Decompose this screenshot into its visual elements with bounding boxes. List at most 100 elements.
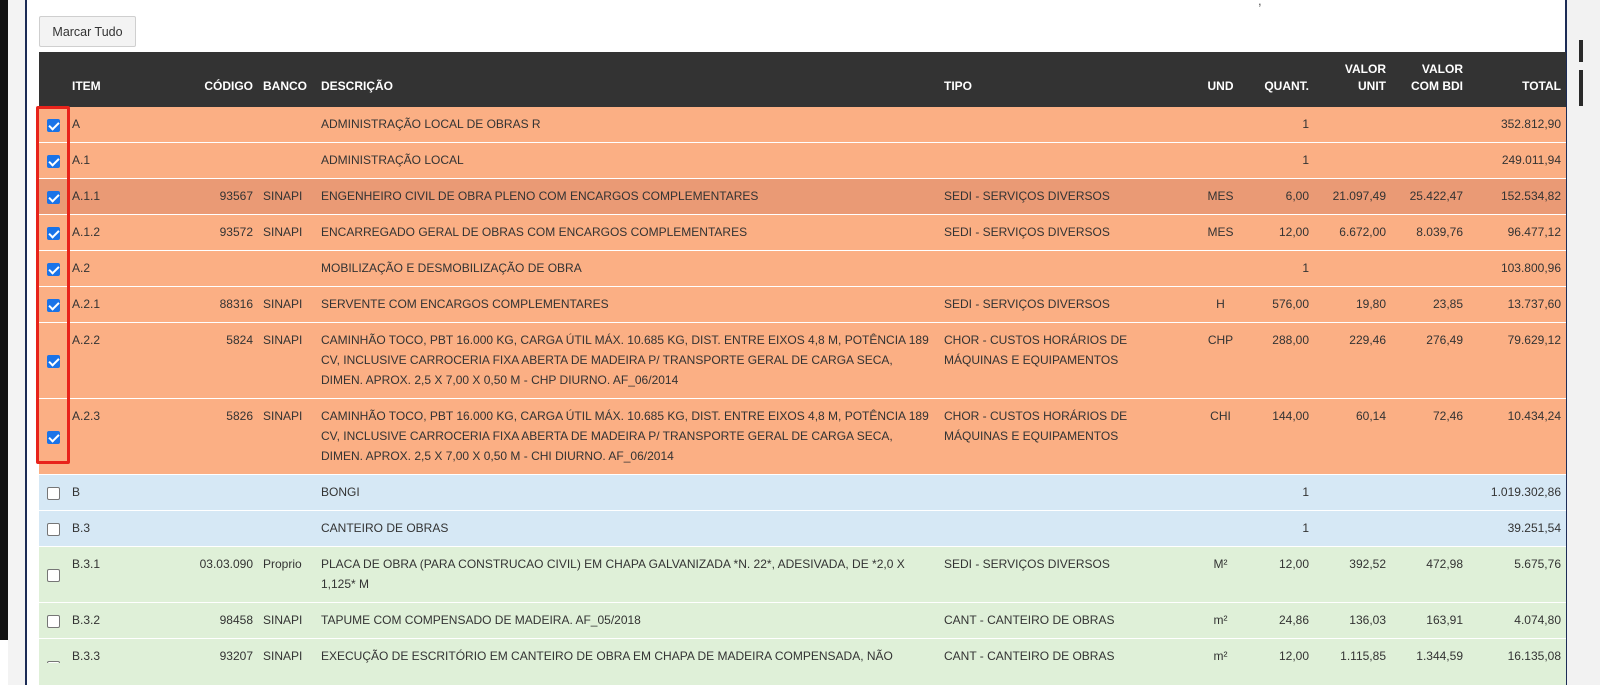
cell-quant: 6,00: [1247, 178, 1314, 215]
table-row[interactable]: B BONGI 1 1.019.302,86: [39, 474, 1566, 511]
row-checkbox[interactable]: [46, 486, 60, 500]
cell-tipo: [939, 107, 1194, 143]
cell-total: 352.812,90: [1468, 107, 1566, 143]
table-row[interactable]: A.2.3 5826 SINAPI CAMINHÃO TOCO, PBT 16.000…: [39, 398, 1566, 475]
row-select-cell: [39, 398, 67, 475]
cell-total: 39.251,54: [1468, 510, 1566, 547]
cell-valor-unit: [1314, 474, 1391, 511]
cell-descricao: CAMINHÃO TOCO, PBT 16.000 KG, CARGA ÚTIL…: [316, 398, 939, 475]
row-select-cell: [39, 142, 67, 179]
table-row[interactable]: B.3.2 98458 SINAPI TAPUME COM COMPENSADO DE…: [39, 602, 1566, 639]
cell-codigo: 5826: [163, 398, 258, 475]
cell-descricao: CAMINHÃO TOCO, PBT 16.000 KG, CARGA ÚTIL…: [316, 322, 939, 399]
cell-quant: 576,00: [1247, 286, 1314, 323]
cell-valor-bdi: 23,85: [1391, 286, 1468, 323]
cell-tipo: SEDI - SERVIÇOS DIVERSOS: [939, 178, 1194, 215]
row-checkbox-checked[interactable]: [46, 262, 60, 276]
header-select: [39, 52, 67, 107]
table-row[interactable]: B.3.1 03.03.090 Proprio PLACA DE OBRA (PARA…: [39, 546, 1566, 603]
left-gutter: [8, 0, 25, 685]
cell-valor-unit: 136,03: [1314, 602, 1391, 639]
cell-codigo: 93567: [163, 178, 258, 215]
cell-total: 1.019.302,86: [1468, 474, 1566, 511]
table-row[interactable]: A.2.1 88316 SINAPI SERVENTE COM ENCARGOS CO…: [39, 286, 1566, 323]
row-checkbox-checked[interactable]: [46, 430, 60, 444]
header-valor-bdi-line1: VALOR: [1421, 62, 1463, 76]
left-dark-edge: [0, 0, 8, 640]
header-banco: BANCO: [258, 52, 316, 107]
cell-tipo: CHOR - CUSTOS HORÁRIOS DE MÁQUINAS E EQU…: [939, 398, 1194, 475]
cell-descricao: SERVENTE COM ENCARGOS COMPLEMENTARES: [316, 286, 939, 323]
cell-valor-unit: 19,80: [1314, 286, 1391, 323]
header-valor-bdi: VALOR COM BDI: [1391, 52, 1468, 107]
cell-total: 10.434,24: [1468, 398, 1566, 475]
cell-descricao: ENGENHEIRO CIVIL DE OBRA PLENO COM ENCAR…: [316, 178, 939, 215]
row-checkbox-checked[interactable]: [46, 226, 60, 240]
table-row[interactable]: A.2.2 5824 SINAPI CAMINHÃO TOCO, PBT 16.000…: [39, 322, 1566, 399]
cell-quant: 1: [1247, 250, 1314, 287]
table-row[interactable]: B.3 CANTEIRO DE OBRAS 1 39.251,54: [39, 510, 1566, 547]
cell-quant: 1: [1247, 474, 1314, 511]
row-checkbox[interactable]: [46, 568, 60, 582]
cell-und: CHP: [1194, 322, 1247, 399]
row-select-cell: [39, 178, 67, 215]
row-checkbox[interactable]: [46, 614, 60, 628]
row-checkbox-checked[interactable]: [46, 298, 60, 312]
cell-item: A.2.3: [67, 398, 163, 475]
cell-codigo: 98458: [163, 602, 258, 639]
scrollbar-thumb[interactable]: [1579, 40, 1583, 62]
row-checkbox-checked[interactable]: [46, 118, 60, 132]
cell-tipo: SEDI - SERVIÇOS DIVERSOS: [939, 546, 1194, 603]
cell-total: 79.629,12: [1468, 322, 1566, 399]
row-checkbox-checked[interactable]: [46, 354, 60, 368]
table-row[interactable]: A.2 MOBILIZAÇÃO E DESMOBILIZAÇÃO DE OBRA 1…: [39, 250, 1566, 287]
cell-item: A.1: [67, 142, 163, 179]
cell-valor-unit: [1314, 510, 1391, 547]
table-row[interactable]: A.1.2 93572 SINAPI ENCARREGADO GERAL DE OBR…: [39, 214, 1566, 251]
row-select-cell: [39, 546, 67, 603]
header-und: UND: [1194, 52, 1247, 107]
right-scroll-area[interactable]: [1567, 0, 1600, 685]
cell-banco: [258, 250, 316, 287]
cell-item: A.2.2: [67, 322, 163, 399]
cell-descricao: MOBILIZAÇÃO E DESMOBILIZAÇÃO DE OBRA: [316, 250, 939, 287]
row-select-cell: [39, 510, 67, 547]
row-checkbox[interactable]: [46, 522, 60, 536]
cell-total: 249.011,94: [1468, 142, 1566, 179]
cell-quant: 1: [1247, 142, 1314, 179]
row-select-cell: [39, 474, 67, 511]
header-codigo: CÓDIGO: [163, 52, 258, 107]
cell-tipo: [939, 250, 1194, 287]
cell-item: B.3.1: [67, 546, 163, 603]
row-select-cell: [39, 107, 67, 143]
cell-quant: 12,00: [1247, 214, 1314, 251]
cell-valor-unit: 60,14: [1314, 398, 1391, 475]
cell-quant: 24,86: [1247, 602, 1314, 639]
table-row[interactable]: A ADMINISTRAÇÃO LOCAL DE OBRAS R 1 352.812,…: [39, 107, 1566, 143]
cell-banco: [258, 107, 316, 143]
row-select-cell: [39, 250, 67, 287]
cell-tipo: [939, 142, 1194, 179]
cell-und: [1194, 142, 1247, 179]
mark-all-button[interactable]: Marcar Tudo: [39, 16, 136, 47]
cell-item: A.2: [67, 250, 163, 287]
frame-border-left: [25, 0, 27, 685]
header-tipo: TIPO: [939, 52, 1194, 107]
cell-und: [1194, 510, 1247, 547]
cell-valor-bdi: [1391, 474, 1468, 511]
budget-table: ITEM CÓDIGO BANCO DESCRIÇÃO TIPO UND QUA…: [39, 52, 1566, 685]
table-row[interactable]: A.1.1 93567 SINAPI ENGENHEIRO CIVIL DE OBRA…: [39, 178, 1566, 215]
header-valor-unit: VALOR UNIT: [1314, 52, 1391, 107]
cell-item: A.1.1: [67, 178, 163, 215]
cell-total: 13.737,60: [1468, 286, 1566, 323]
cell-valor-unit: 229,46: [1314, 322, 1391, 399]
row-checkbox-checked[interactable]: [46, 154, 60, 168]
cell-descricao: ENCARREGADO GERAL DE OBRAS COM ENCARGOS …: [316, 214, 939, 251]
cell-descricao: ADMINISTRAÇÃO LOCAL: [316, 142, 939, 179]
cell-und: MES: [1194, 178, 1247, 215]
table-row[interactable]: A.1 ADMINISTRAÇÃO LOCAL 1 249.011,94: [39, 142, 1566, 179]
cell-valor-bdi: 276,49: [1391, 322, 1468, 399]
row-checkbox-checked[interactable]: [46, 190, 60, 204]
header-item: ITEM: [67, 52, 163, 107]
cell-item: B.3.2: [67, 602, 163, 639]
